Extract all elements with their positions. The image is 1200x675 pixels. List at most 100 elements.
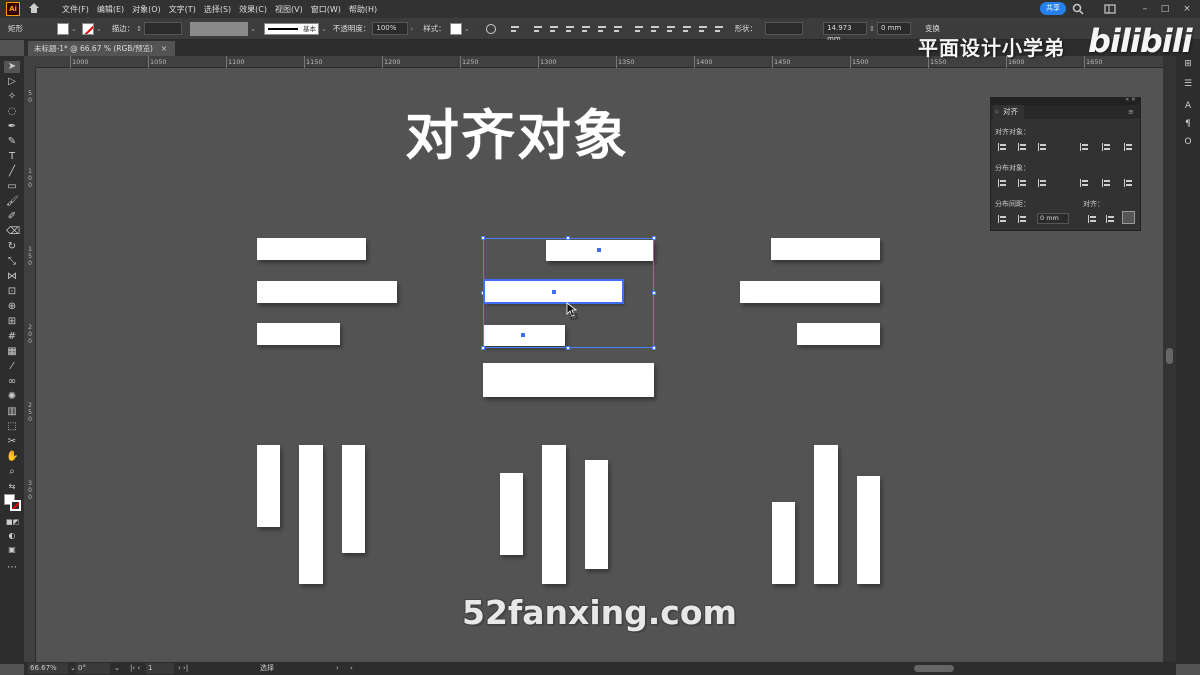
transform-handle[interactable]	[566, 236, 570, 240]
align-bottom-icon[interactable]	[1123, 142, 1133, 152]
mesh-tool-icon[interactable]: #	[6, 331, 18, 343]
chevron-down-icon[interactable]: ⌄	[70, 663, 76, 674]
line-tool-icon[interactable]: ╱	[6, 166, 18, 178]
ruler-origin[interactable]	[24, 56, 36, 68]
transform-handle[interactable]	[652, 291, 656, 295]
align-panel-tab[interactable]: 对齐	[993, 105, 1024, 119]
workspace-icon[interactable]	[1104, 3, 1116, 15]
swap-colors-icon[interactable]: ⇆	[6, 481, 18, 493]
align-vcenter-icon[interactable]	[597, 24, 607, 34]
chevron-down-icon[interactable]: ⌄	[71, 25, 77, 33]
rectangle-shape[interactable]	[257, 281, 397, 303]
zoom-tool-icon[interactable]: ⌕	[6, 466, 18, 478]
shape-builder-tool-icon[interactable]: ⊕	[6, 301, 18, 313]
distribute-bottom-icon[interactable]	[666, 24, 676, 34]
panel-header[interactable]: « ×	[991, 96, 1140, 105]
distribute-left-icon[interactable]	[1079, 178, 1089, 188]
distribute-right-icon[interactable]	[714, 24, 724, 34]
rectangle-shape[interactable]	[342, 445, 365, 553]
transform-handle[interactable]	[481, 236, 485, 240]
distribute-vcenter-icon[interactable]	[650, 24, 660, 34]
distribute-hspace-icon[interactable]	[1017, 214, 1027, 224]
minimize-icon[interactable]: –	[1140, 4, 1150, 14]
menu-edit[interactable]: 编辑(E)	[93, 4, 128, 15]
transform-handle[interactable]	[652, 236, 656, 240]
distribute-hcenter-icon[interactable]	[1101, 178, 1111, 188]
zoom-field[interactable]: 66.67%	[28, 663, 68, 674]
align-top-icon[interactable]	[581, 24, 591, 34]
menu-type[interactable]: 文字(T)	[165, 4, 200, 15]
next-artboard-icon[interactable]: › ›|	[178, 663, 188, 674]
fill-swatch[interactable]	[57, 22, 69, 35]
align-left-icon[interactable]	[997, 142, 1007, 152]
align-hcenter-icon[interactable]	[1017, 142, 1027, 152]
vertical-ruler[interactable]: 5 0 1 0 0 1 5 0 2 0 0 2 5 0 3 0 0	[24, 68, 36, 662]
corner-radius-input[interactable]: 0 mm	[876, 22, 911, 35]
maximize-icon[interactable]: □	[1160, 4, 1170, 14]
type-tool-icon[interactable]: T	[6, 151, 18, 163]
rectangle-shape[interactable]	[814, 445, 838, 584]
rotate-tool-icon[interactable]: ↻	[6, 241, 18, 253]
stroke-color-box[interactable]	[10, 500, 21, 511]
paragraph-icon[interactable]: ¶	[1182, 118, 1194, 130]
width-tool-icon[interactable]: ⋈	[6, 271, 18, 283]
scale-tool-icon[interactable]: ⤡	[6, 256, 18, 268]
shaper-tool-icon[interactable]: ✐	[6, 211, 18, 223]
free-transform-tool-icon[interactable]: ⊡	[6, 286, 18, 298]
transform-handle[interactable]	[566, 346, 570, 350]
align-to-key-object-button[interactable]	[1122, 211, 1135, 224]
rectangle-shape[interactable]	[585, 460, 608, 569]
selection-tool-icon[interactable]: ➤	[4, 61, 20, 73]
distribute-right-icon[interactable]	[1123, 178, 1133, 188]
perspective-grid-tool-icon[interactable]: ⊞	[6, 316, 18, 328]
eraser-tool-icon[interactable]: ⌫	[6, 226, 20, 238]
hand-tool-icon[interactable]: ✋	[6, 451, 18, 463]
color-mode-icon[interactable]: ■◩	[6, 516, 19, 528]
rectangle-shape[interactable]	[857, 476, 880, 584]
align-to-icon[interactable]	[510, 24, 520, 34]
chevron-right-icon[interactable]: ›	[410, 25, 413, 33]
align-left-icon[interactable]	[533, 24, 543, 34]
menu-file[interactable]: 文件(F)	[58, 4, 93, 15]
rectangle-shape[interactable]	[257, 445, 280, 527]
layers-icon[interactable]: ☰	[1182, 78, 1194, 90]
rectangle-shape[interactable]	[740, 281, 880, 303]
align-right-icon[interactable]	[565, 24, 575, 34]
lasso-tool-icon[interactable]: ◌	[6, 106, 18, 118]
align-top-icon[interactable]	[1079, 142, 1089, 152]
menu-object[interactable]: 对象(O)	[128, 4, 165, 15]
variable-width-profile[interactable]	[190, 21, 249, 36]
rectangle-shape[interactable]	[299, 445, 323, 584]
chevron-left-icon[interactable]: ‹	[350, 663, 353, 674]
rectangle-shape[interactable]	[257, 323, 340, 345]
rectangle-shape[interactable]	[500, 473, 523, 555]
transform-handle[interactable]	[481, 346, 485, 350]
artboard-field[interactable]: 1	[146, 663, 174, 674]
screen-mode-icon[interactable]: ▣	[6, 544, 18, 556]
share-button[interactable]: 共享	[1040, 2, 1066, 15]
stepper-icon[interactable]: ⇕	[869, 25, 875, 33]
align-bottom-icon[interactable]	[613, 24, 623, 34]
search-icon[interactable]	[1072, 3, 1084, 15]
more-tools-icon[interactable]: ⋯	[6, 562, 18, 574]
distribute-vspace-icon[interactable]	[997, 214, 1007, 224]
menu-view[interactable]: 视图(V)	[271, 4, 307, 15]
align-to-artboard-icon[interactable]	[1105, 214, 1115, 224]
close-icon[interactable]: ×	[1182, 4, 1192, 14]
rotation-field[interactable]: 0°	[76, 663, 110, 674]
pen-tool-icon[interactable]: ✒	[6, 121, 18, 133]
character-icon[interactable]: A	[1182, 100, 1194, 112]
curvature-tool-icon[interactable]: ✎	[6, 136, 18, 148]
distribute-left-icon[interactable]	[682, 24, 692, 34]
rectangle-shape[interactable]	[257, 238, 366, 260]
scroll-thumb[interactable]	[1166, 348, 1173, 364]
align-right-icon[interactable]	[1037, 142, 1047, 152]
align-hcenter-icon[interactable]	[549, 24, 559, 34]
draw-mode-icon[interactable]: ◐	[6, 530, 18, 542]
home-icon[interactable]	[28, 3, 40, 15]
rectangle-shape[interactable]	[772, 502, 795, 584]
stroke-swatch[interactable]	[81, 22, 94, 35]
collapse-icon[interactable]: « ×	[1125, 96, 1136, 103]
chevron-down-icon[interactable]: ⌄	[96, 25, 102, 33]
menu-effect[interactable]: 效果(C)	[235, 4, 271, 15]
